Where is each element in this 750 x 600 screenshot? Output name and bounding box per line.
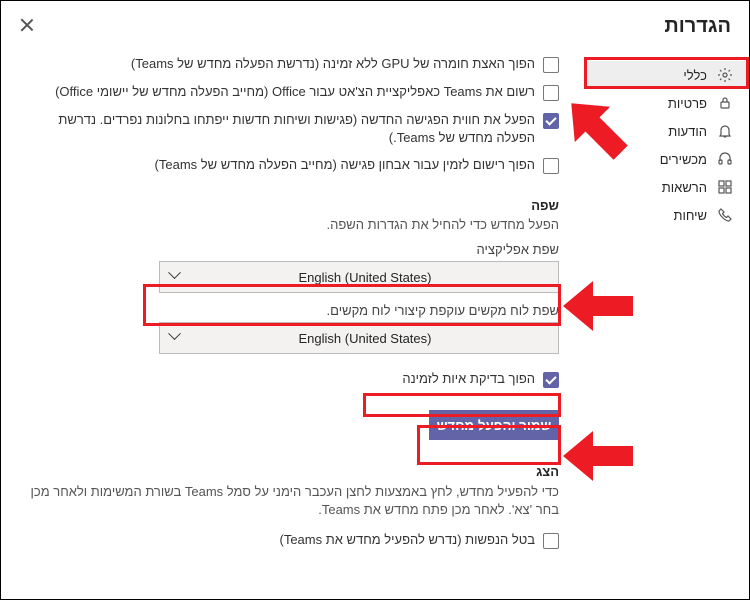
option-label: הפעל את חווית הפגישה החדשה (פגישות ושיחו… [17, 111, 535, 146]
chevron-down-icon [170, 332, 182, 344]
option-spellcheck[interactable]: הפוך בדיקת איות לזמינה [17, 366, 559, 394]
checkbox[interactable] [543, 533, 559, 549]
checkbox[interactable] [543, 158, 559, 174]
lock-icon [717, 95, 733, 111]
page-title: הגדרות [664, 15, 731, 38]
settings-content: הפוך האצת חומרה של GPU ללא זמינה (נדרשת … [17, 51, 559, 555]
annotation-arrow [563, 271, 633, 341]
section-sub-language: הפעל מחדש כדי להחיל את הגדרות השפה. [17, 217, 559, 232]
sidebar-item-devices[interactable]: מכשירים [587, 145, 747, 173]
option-label: רשום את Teams כאפליקציית הצ'אט עבור Offi… [17, 83, 535, 101]
sidebar-label: הרשאות [662, 180, 707, 195]
sidebar-label: שיחות [673, 208, 707, 223]
section-heading-language: שפה [17, 198, 559, 213]
section-heading-display: הצג [17, 464, 559, 479]
dropdown-kb-language[interactable]: English (United States) [159, 322, 559, 354]
annotation-arrow [563, 421, 633, 491]
phone-icon [717, 207, 733, 223]
sidebar-item-privacy[interactable]: פרטיות [587, 89, 747, 117]
sidebar-item-general[interactable]: כללי [587, 61, 747, 89]
option-gpu[interactable]: הפוך האצת חומרה של GPU ללא זמינה (נדרשת … [17, 51, 559, 79]
option-label: בטל הנפשות (נדרש להפעיל מחדש את Teams) [17, 531, 535, 549]
section-sub-display: כדי להפעיל מחדש, לחץ באמצעות לחצן העכבר … [17, 483, 559, 519]
sidebar-item-calls[interactable]: שיחות [587, 201, 747, 229]
gear-icon [717, 67, 733, 83]
checkbox[interactable] [543, 113, 559, 129]
sidebar-label: פרטיות [668, 96, 707, 111]
option-label: הפוך בדיקת איות לזמינה [17, 370, 535, 388]
option-disable-animations[interactable]: בטל הנפשות (נדרש להפעיל מחדש את Teams) [17, 527, 559, 555]
save-restart-button[interactable]: שמור והפעל מחדש [429, 410, 559, 440]
checkbox[interactable] [543, 85, 559, 101]
sidebar: כללי פרטיות הודעות מכשירים הרשאות [587, 61, 747, 229]
sidebar-label: כללי [683, 68, 707, 83]
dropdown-value: English (United States) [182, 331, 548, 346]
apps-icon [717, 179, 733, 195]
sidebar-item-notifications[interactable]: הודעות [587, 117, 747, 145]
option-diag-log[interactable]: הפוך רישום לזמין עבור אבחון פגישה (מחייב… [17, 152, 559, 180]
option-label: הפוך האצת חומרה של GPU ללא זמינה (נדרשת … [17, 55, 535, 73]
option-new-meeting[interactable]: הפעל את חווית הפגישה החדשה (פגישות ושיחו… [17, 107, 559, 152]
headset-icon [717, 151, 733, 167]
button-label: שמור והפעל מחדש [437, 418, 552, 433]
checkbox[interactable] [543, 57, 559, 73]
bell-icon [717, 123, 733, 139]
label-app-language: שפת אפליקציה [17, 242, 559, 257]
dropdown-value: English (United States) [182, 270, 548, 285]
sidebar-item-permissions[interactable]: הרשאות [587, 173, 747, 201]
chevron-down-icon [170, 271, 182, 283]
sidebar-label: מכשירים [660, 152, 707, 167]
close-icon[interactable] [19, 17, 35, 33]
sidebar-label: הודעות [668, 124, 707, 139]
checkbox[interactable] [543, 372, 559, 388]
option-office-chat[interactable]: רשום את Teams כאפליקציית הצ'אט עבור Offi… [17, 79, 559, 107]
settings-window: הגדרות כללי פרטיות הודעות מכשירים [0, 0, 750, 600]
option-label: הפוך רישום לזמין עבור אבחון פגישה (מחייב… [17, 156, 535, 174]
dropdown-app-language[interactable]: English (United States) [159, 261, 559, 293]
label-kb-language: שפת לוח מקשים עוקפת קיצורי לוח מקשים. [17, 303, 559, 318]
